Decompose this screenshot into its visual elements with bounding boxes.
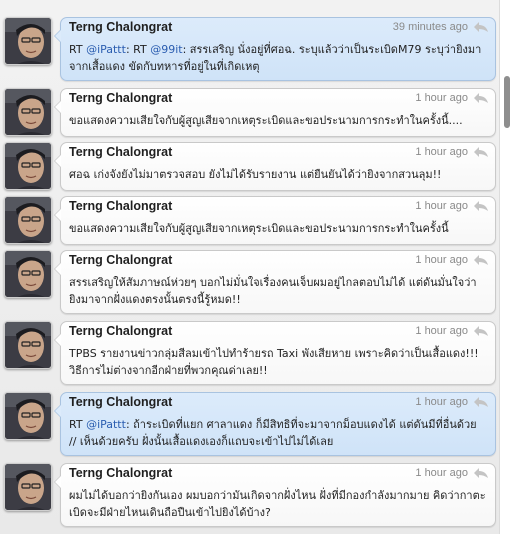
tweet-item: Terng Chalongrat 1 hour ago สรรเสริญให้ส… <box>0 250 499 314</box>
reply-icon[interactable] <box>473 200 489 212</box>
tweet-text-segment: สรรเสริญให้สัมภาษณ์ห่วยๆ บอกไม่มั่นใจเรื… <box>69 276 477 306</box>
user-photo-icon <box>5 89 51 135</box>
tweet-author[interactable]: Terng Chalongrat <box>69 253 172 267</box>
reply-icon[interactable] <box>473 325 489 337</box>
tweet-time[interactable]: 39 minutes ago <box>393 21 468 33</box>
tweet-time[interactable]: 1 hour ago <box>415 254 468 266</box>
tweet-time[interactable]: 1 hour ago <box>415 467 468 479</box>
avatar[interactable] <box>4 17 52 65</box>
user-photo-icon <box>5 393 51 439</box>
tweet-text-segment: RT <box>69 43 87 56</box>
tweet-item: Terng Chalongrat 1 hour ago ขอแสดงความเส… <box>0 196 499 245</box>
tweet-item: Terng Chalongrat 39 minutes ago RT @iPat… <box>0 17 499 81</box>
tweet-item: Terng Chalongrat 1 hour ago RT @iPattt: … <box>0 392 499 456</box>
reply-icon[interactable] <box>473 146 489 158</box>
tweet-bubble: Terng Chalongrat 1 hour ago สรรเสริญให้ส… <box>54 250 496 314</box>
avatar[interactable] <box>4 250 52 298</box>
tweet-author[interactable]: Terng Chalongrat <box>69 91 172 105</box>
user-photo-icon <box>5 464 51 510</box>
tweet-bubble: Terng Chalongrat 1 hour ago ผมไม่ได้บอกว… <box>54 463 496 527</box>
tweet-text: ขอแสดงความเสียใจกับผู้สูญเสียจากเหตุระเบ… <box>69 220 487 237</box>
user-photo-icon <box>5 143 51 189</box>
scrollbar[interactable] <box>499 0 513 534</box>
avatar[interactable] <box>4 142 52 190</box>
tweet-time[interactable]: 1 hour ago <box>415 325 468 337</box>
tweet-author[interactable]: Terng Chalongrat <box>69 20 172 34</box>
tweet-timeline: Terng Chalongrat 39 minutes ago RT @iPat… <box>0 0 499 534</box>
tweet-text: ศอฉ เก่งจังยังไม่มาตรวจสอบ ยังไม่ได้รับร… <box>69 166 487 183</box>
tweet-bubble: Terng Chalongrat 1 hour ago RT @iPattt: … <box>54 392 496 456</box>
tweet-time[interactable]: 1 hour ago <box>415 396 468 408</box>
tweet-bubble: Terng Chalongrat 1 hour ago ขอแสดงความเส… <box>54 88 496 137</box>
tweet-text-segment: TPBS รายงานข่าวกลุ่มสีลมเข้าไปทำร้ายรถ T… <box>69 347 479 377</box>
tweet-author[interactable]: Terng Chalongrat <box>69 199 172 213</box>
tweet-text-segment: ขอแสดงความเสียใจกับผู้สูญเสียจากเหตุระเบ… <box>69 222 449 235</box>
tweet-text: ผมไม่ได้บอกว่ายิงกันเอง ผมบอกว่ามันเกิดจ… <box>69 487 487 521</box>
avatar[interactable] <box>4 463 52 511</box>
tweet-time[interactable]: 1 hour ago <box>415 146 468 158</box>
reply-icon[interactable] <box>473 467 489 479</box>
tweet-text: RT @iPattt: ถ้าระเบิดที่แยก ศาลาแดง ก็มี… <box>69 416 487 450</box>
tweet-bubble: Terng Chalongrat 1 hour ago ศอฉ เก่งจังย… <box>54 142 496 191</box>
tweet-bubble: Terng Chalongrat 39 minutes ago RT @iPat… <box>54 17 496 81</box>
tweet-text-segment: RT <box>69 418 87 431</box>
tweet-text: RT @iPattt: RT @99it: สรรเสริญ นั่งอยู่ท… <box>69 41 487 75</box>
tweet-author[interactable]: Terng Chalongrat <box>69 466 172 480</box>
avatar[interactable] <box>4 392 52 440</box>
reply-icon[interactable] <box>473 92 489 104</box>
reply-icon[interactable] <box>473 396 489 408</box>
tweet-item: Terng Chalongrat 1 hour ago ขอแสดงความเส… <box>0 88 499 137</box>
mention-link[interactable]: @99it <box>150 43 182 56</box>
tweet-author[interactable]: Terng Chalongrat <box>69 395 172 409</box>
tweet-text-segment: : ถ้าระเบิดที่แยก ศาลาแดง ก็มีสิทธิที่จะ… <box>69 418 477 448</box>
tweet-time[interactable]: 1 hour ago <box>415 92 468 104</box>
mention-link[interactable]: @iPattt <box>86 43 126 56</box>
tweet-text: TPBS รายงานข่าวกลุ่มสีลมเข้าไปทำร้ายรถ T… <box>69 345 487 379</box>
avatar[interactable] <box>4 196 52 244</box>
tweet-text: สรรเสริญให้สัมภาษณ์ห่วยๆ บอกไม่มั่นใจเรื… <box>69 274 487 308</box>
tweet-text-segment: ศอฉ เก่งจังยังไม่มาตรวจสอบ ยังไม่ได้รับร… <box>69 168 442 181</box>
tweet-text-segment: ขอแสดงความเสียใจกับผู้สูญเสียจากเหตุระเบ… <box>69 114 463 127</box>
tweet-text-segment: : RT <box>125 43 151 56</box>
avatar[interactable] <box>4 321 52 369</box>
avatar[interactable] <box>4 88 52 136</box>
tweet-bubble: Terng Chalongrat 1 hour ago ขอแสดงความเส… <box>54 196 496 245</box>
tweet-text: ขอแสดงความเสียใจกับผู้สูญเสียจากเหตุระเบ… <box>69 112 487 129</box>
tweet-author[interactable]: Terng Chalongrat <box>69 324 172 338</box>
reply-icon[interactable] <box>473 21 489 33</box>
mention-link[interactable]: @iPattt <box>86 418 126 431</box>
tweet-bubble: Terng Chalongrat 1 hour ago TPBS รายงานข… <box>54 321 496 385</box>
user-photo-icon <box>5 18 51 64</box>
scrollbar-thumb[interactable] <box>504 76 510 128</box>
tweet-text-segment: ผมไม่ได้บอกว่ายิงกันเอง ผมบอกว่ามันเกิดจ… <box>69 489 486 519</box>
tweet-item: Terng Chalongrat 1 hour ago TPBS รายงานข… <box>0 321 499 385</box>
tweet-author[interactable]: Terng Chalongrat <box>69 145 172 159</box>
tweet-time[interactable]: 1 hour ago <box>415 200 468 212</box>
tweet-item: Terng Chalongrat 1 hour ago ศอฉ เก่งจังย… <box>0 142 499 191</box>
user-photo-icon <box>5 251 51 297</box>
user-photo-icon <box>5 322 51 368</box>
reply-icon[interactable] <box>473 254 489 266</box>
user-photo-icon <box>5 197 51 243</box>
tweet-item: Terng Chalongrat 1 hour ago ผมไม่ได้บอกว… <box>0 463 499 527</box>
